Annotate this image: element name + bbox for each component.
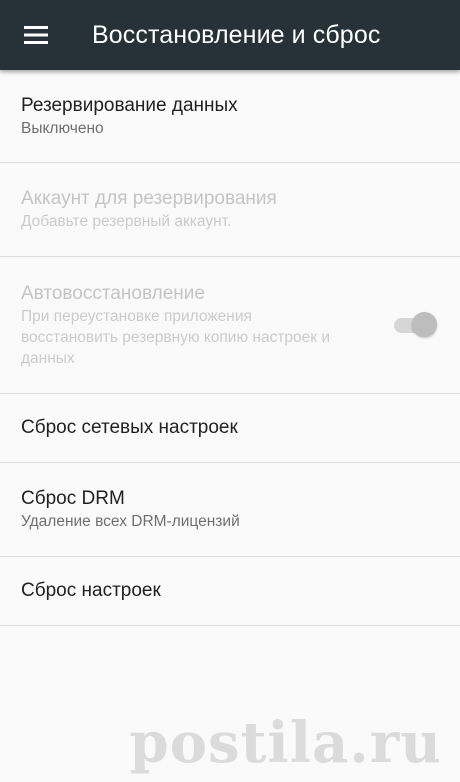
setting-factory-reset[interactable]: Сброс настроек <box>0 557 460 626</box>
setting-subtitle: Удаление всех DRM-лицензий <box>21 513 240 530</box>
setting-subtitle: Выключено <box>21 119 104 137</box>
settings-list: Резервирование данных Выключено Аккаунт … <box>0 70 460 626</box>
setting-subtitle: Добавьте резервный аккаунт. <box>21 213 232 230</box>
setting-text: Автовосстановление При переустановке при… <box>21 282 341 369</box>
settings-screen: Восстановление и сброс Резервирование да… <box>0 0 460 782</box>
setting-title: Аккаунт для резервирования <box>21 188 277 209</box>
setting-auto-restore: Автовосстановление При переустановке при… <box>0 257 460 394</box>
setting-reset-network[interactable]: Сброс сетевых настроек <box>0 394 460 463</box>
setting-backup-account: Аккаунт для резервирования Добавьте резе… <box>0 163 460 257</box>
setting-title: Резервирование данных <box>21 94 238 116</box>
setting-reset-drm[interactable]: Сброс DRM Удаление всех DRM-лицензий <box>0 463 460 557</box>
app-toolbar: Восстановление и сброс <box>0 0 460 70</box>
setting-title: Сброс сетевых настроек <box>21 417 238 438</box>
setting-title: Сброс настроек <box>21 580 161 601</box>
toggle-thumb <box>412 312 437 337</box>
hamburger-menu-icon[interactable] <box>0 0 72 70</box>
watermark-logo: postila.ru <box>129 710 442 776</box>
auto-restore-toggle <box>392 312 437 338</box>
setting-subtitle: При переустановке приложения восстановит… <box>21 307 331 367</box>
setting-title: Сброс DRM <box>21 488 125 509</box>
setting-title: Автовосстановление <box>21 282 205 304</box>
page-title: Восстановление и сброс <box>92 20 381 49</box>
setting-backup-data[interactable]: Резервирование данных Выключено <box>0 70 460 163</box>
